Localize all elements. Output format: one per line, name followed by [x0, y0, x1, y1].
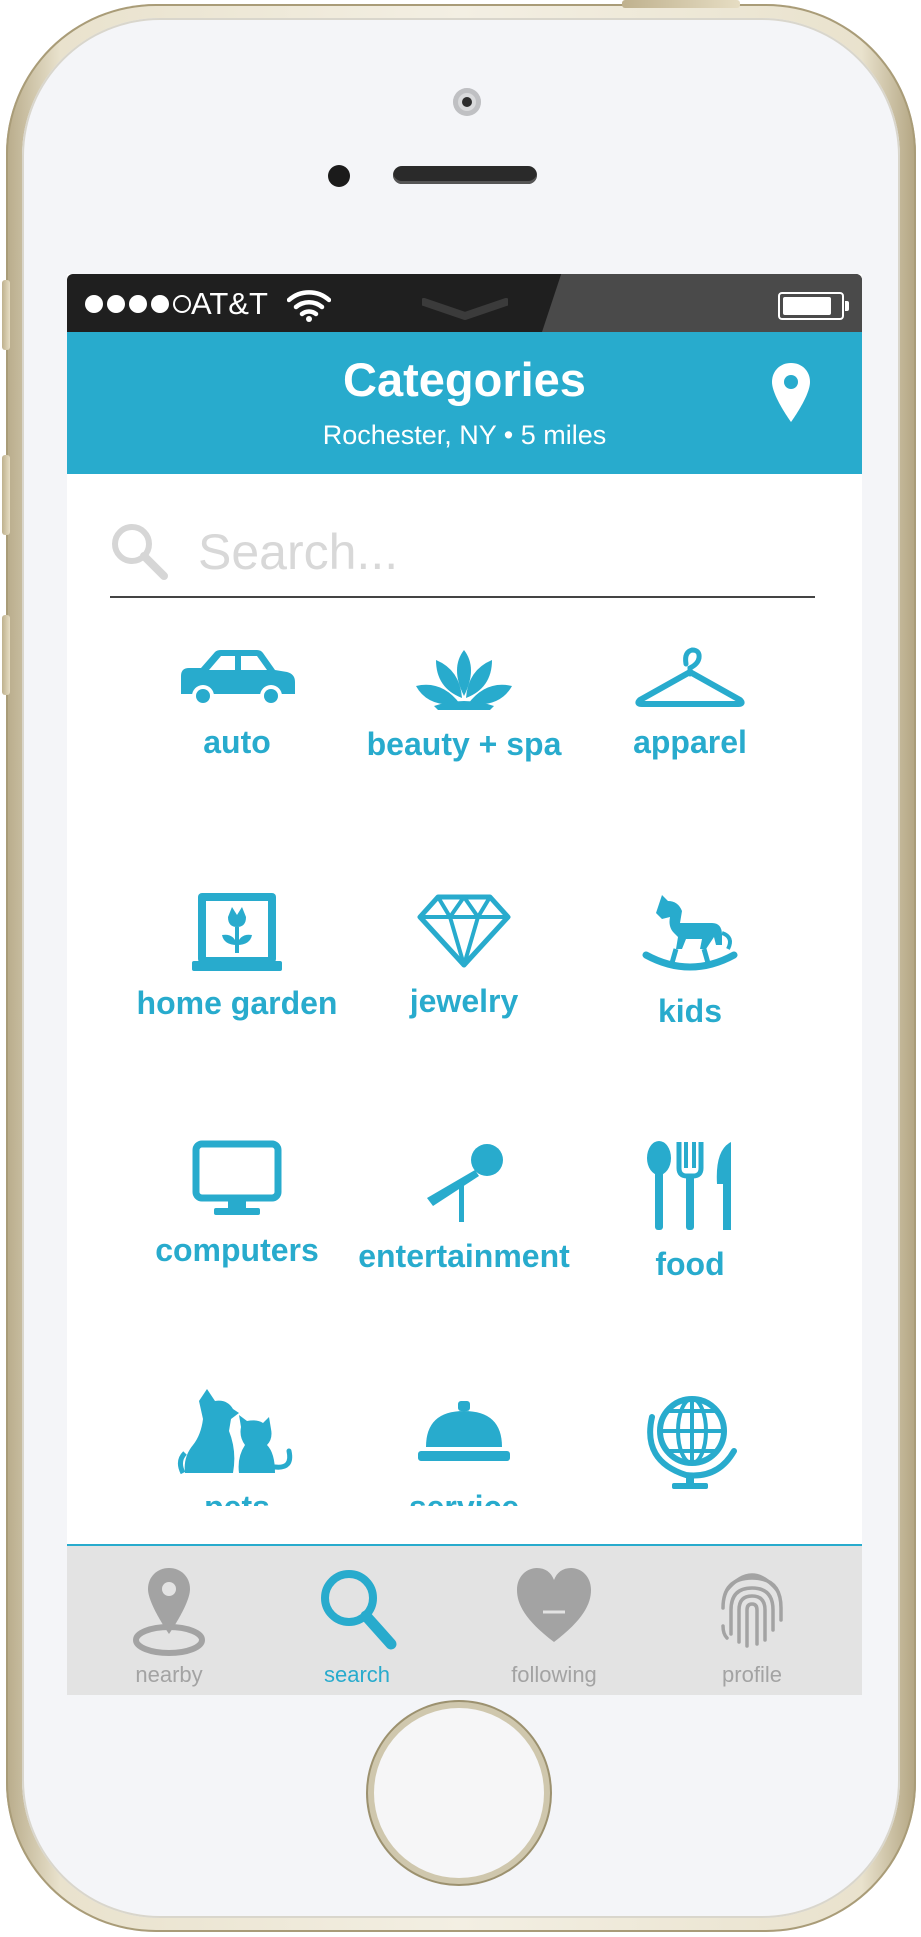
power-button	[622, 0, 740, 8]
category-label: food	[655, 1246, 725, 1282]
category-label: beauty + spa	[366, 726, 562, 762]
tab-label: following	[511, 1662, 597, 1687]
search-bar[interactable]	[110, 520, 815, 598]
map-pin-icon[interactable]	[770, 362, 812, 424]
search-input[interactable]	[198, 520, 798, 584]
tab-profile[interactable]: profile	[657, 1546, 847, 1695]
fingerprint-icon	[721, 1573, 783, 1648]
earpiece-speaker	[393, 166, 537, 184]
app-screen: AT&T Categories Rochester, NY • 5 miles	[67, 274, 862, 1695]
category-entertainment[interactable]: entertainment	[334, 1140, 594, 1300]
battery-icon	[778, 292, 849, 320]
category-label: pets	[107, 1489, 367, 1506]
car-icon	[181, 650, 295, 707]
monitor-icon	[192, 1140, 282, 1215]
tab-label: nearby	[135, 1662, 203, 1687]
silent-switch	[2, 280, 10, 350]
volume-down-button	[2, 615, 10, 695]
app-header: Categories Rochester, NY • 5 miles	[67, 332, 862, 474]
category-label: apparel	[633, 724, 747, 760]
rocking-horse-icon	[642, 895, 738, 971]
bottom-tab-bar: nearby search following profile	[67, 1544, 862, 1695]
category-service[interactable]: service	[334, 1387, 594, 1506]
category-computers[interactable]: computers	[107, 1140, 367, 1300]
wifi-icon	[287, 290, 331, 322]
volume-up-button	[2, 455, 10, 535]
tab-search[interactable]: search	[262, 1546, 452, 1695]
category-label: kids	[657, 993, 723, 1029]
signal-strength-icon	[85, 295, 191, 313]
hanger-icon	[635, 647, 745, 707]
tab-label: search	[323, 1662, 391, 1687]
carrier-name: AT&T	[191, 286, 268, 321]
lotus-icon	[416, 650, 512, 710]
front-camera	[453, 88, 481, 116]
page-title: Categories	[343, 353, 586, 406]
search-icon	[321, 1570, 397, 1650]
tab-nearby[interactable]: nearby	[74, 1546, 264, 1695]
category-beauty-spa[interactable]: beauty + spa	[334, 646, 594, 806]
category-label: computers	[155, 1232, 319, 1268]
dog-cat-icon	[177, 1389, 293, 1475]
status-bar: AT&T	[67, 274, 862, 332]
category-label: jewelry	[409, 983, 519, 1019]
search-icon	[112, 524, 168, 580]
notification-pull-handle[interactable]	[422, 298, 508, 320]
tab-label: profile	[722, 1662, 782, 1687]
category-label: service	[334, 1489, 594, 1506]
window-plant-icon	[192, 893, 282, 971]
service-bell-icon	[418, 1401, 510, 1461]
category-grid: auto beauty + spa apparel home garden je…	[67, 646, 862, 1506]
heart-icon	[517, 1568, 591, 1642]
microphone-icon	[427, 1144, 503, 1222]
location-pin-icon	[133, 1568, 205, 1656]
diamond-icon	[417, 894, 511, 968]
category-label: home garden	[136, 985, 338, 1021]
proximity-sensor	[328, 165, 350, 187]
category-auto[interactable]: auto	[107, 646, 367, 806]
category-pets[interactable]: pets	[107, 1387, 367, 1506]
tab-following[interactable]: following	[459, 1546, 649, 1695]
category-kids[interactable]: kids	[560, 893, 820, 1053]
home-button[interactable]	[374, 1708, 544, 1878]
category-food[interactable]: food	[560, 1140, 820, 1300]
category-label: entertainment	[358, 1238, 570, 1274]
location-subtitle[interactable]: Rochester, NY • 5 miles	[67, 420, 862, 451]
utensils-icon	[647, 1141, 731, 1230]
category-home-garden[interactable]: home garden	[107, 893, 367, 1053]
category-label: auto	[203, 724, 271, 760]
globe-icon	[647, 1396, 737, 1489]
category-travel[interactable]: travel	[560, 1387, 820, 1506]
category-jewelry[interactable]: jewelry	[334, 893, 594, 1053]
category-apparel[interactable]: apparel	[560, 646, 820, 806]
